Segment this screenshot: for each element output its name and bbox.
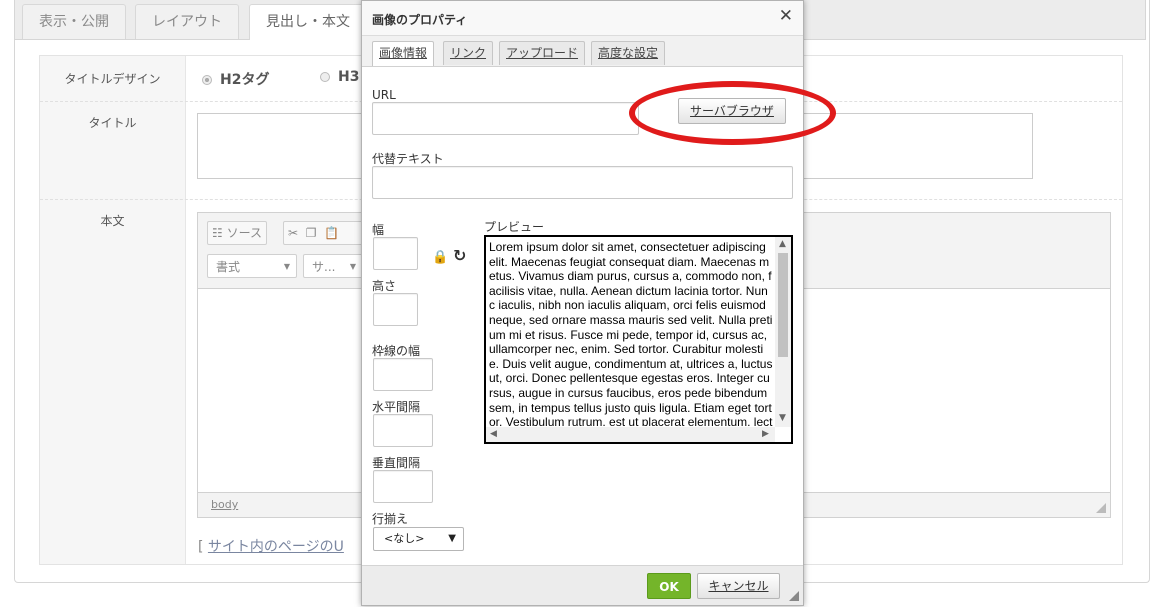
dialog-title: 画像のプロパティ xyxy=(372,13,468,27)
ok-button[interactable]: OK xyxy=(647,573,691,599)
highlight-annotation xyxy=(629,81,836,145)
chevron-down-icon: ▼ xyxy=(448,533,456,544)
link-bracket: [ xyxy=(198,539,204,555)
dialog-resize-handle[interactable] xyxy=(789,591,799,601)
size-combo-label: サ... xyxy=(312,260,336,274)
align-label: 行揃え xyxy=(372,512,409,526)
cut-icon[interactable]: ✂ xyxy=(288,226,298,240)
preview-box[interactable]: Lorem ipsum dolor sit amet, consectetuer… xyxy=(484,235,793,444)
dialog-titlebar[interactable]: 画像のプロパティ ✕ xyxy=(362,1,803,36)
cancel-button[interactable]: キャンセル xyxy=(697,573,780,599)
format-combo-label: 書式 xyxy=(216,260,241,274)
source-icon: ☷ xyxy=(212,226,223,240)
source-button[interactable]: ☷ ソース xyxy=(207,221,267,245)
dialog-tabbar: 画像情報 リンク アップロード 高度な設定 xyxy=(362,36,803,67)
border-width-input[interactable] xyxy=(373,358,433,391)
height-input[interactable] xyxy=(373,293,418,326)
tab-layout[interactable]: レイアウト xyxy=(135,4,239,39)
site-page-link-text[interactable]: サイト内のページのU xyxy=(208,539,344,555)
body-label: 本文 xyxy=(100,214,125,228)
chevron-down-icon: ▼ xyxy=(349,262,356,271)
resize-handle[interactable] xyxy=(1096,503,1106,513)
tab-image-info[interactable]: 画像情報 xyxy=(372,41,435,66)
radio-h2-label: H2タグ xyxy=(220,72,270,88)
size-combo[interactable]: サ... ▼ xyxy=(303,254,363,278)
paste-icon[interactable]: 📋 xyxy=(324,226,339,240)
hspace-label: 水平間隔 xyxy=(372,400,421,414)
preview-label: プレビュー xyxy=(484,220,545,234)
source-button-label: ソース xyxy=(226,226,262,240)
tab-link[interactable]: リンク xyxy=(443,41,494,65)
align-select[interactable]: <なし> ▼ xyxy=(373,527,464,551)
radio-h3[interactable]: H3 xyxy=(320,69,359,85)
url-input[interactable] xyxy=(372,102,639,135)
scroll-left-icon[interactable]: ◀ xyxy=(490,429,497,439)
url-label: URL xyxy=(372,88,396,102)
width-label: 幅 xyxy=(372,223,385,237)
align-select-value: <なし> xyxy=(384,532,425,545)
image-properties-dialog: 画像のプロパティ ✕ 画像情報 リンク アップロード 高度な設定 URL サーバ… xyxy=(361,0,836,606)
lock-icon[interactable]: 🔒 xyxy=(432,250,448,265)
close-icon[interactable]: ✕ xyxy=(779,6,793,26)
radio-button[interactable] xyxy=(320,72,330,82)
border-width-label: 枠線の幅 xyxy=(372,344,421,358)
title-design-label: タイトルデザイン xyxy=(64,72,161,86)
tab-upload[interactable]: アップロード xyxy=(499,41,586,65)
dialog-footer: OK キャンセル xyxy=(362,565,803,605)
width-input[interactable] xyxy=(373,237,418,270)
element-path[interactable]: body xyxy=(211,498,238,511)
radio-h3-label: H3 xyxy=(338,69,360,85)
tab-heading-body[interactable]: 見出し・本文 xyxy=(249,4,367,40)
scroll-up-icon[interactable]: ▲ xyxy=(779,239,786,249)
vspace-input[interactable] xyxy=(373,470,433,503)
scroll-right-icon[interactable]: ▶ xyxy=(762,429,769,439)
preview-vertical-scrollbar[interactable]: ▲ ▼ xyxy=(775,237,791,427)
preview-horizontal-scrollbar[interactable]: ◀ ▶ xyxy=(486,427,775,442)
form-label-column xyxy=(40,56,186,564)
tab-advanced[interactable]: 高度な設定 xyxy=(591,41,666,65)
tab-display-publish[interactable]: 表示・公開 xyxy=(22,4,126,39)
site-page-link[interactable]: [ サイト内のページのU xyxy=(198,536,344,556)
title-label: タイトル xyxy=(88,116,137,130)
format-combo[interactable]: 書式 ▼ xyxy=(207,254,297,278)
scroll-down-icon[interactable]: ▼ xyxy=(779,413,786,423)
alt-text-label: 代替テキスト xyxy=(372,152,444,166)
alt-text-input[interactable] xyxy=(372,166,793,199)
scrollbar-thumb[interactable] xyxy=(778,253,788,357)
radio-button-selected[interactable] xyxy=(202,75,212,85)
radio-h2[interactable]: H2タグ xyxy=(202,69,269,89)
reset-size-icon[interactable]: ↻ xyxy=(453,246,466,265)
height-label: 高さ xyxy=(372,279,397,293)
copy-icon[interactable]: ❐ xyxy=(306,226,317,240)
hspace-input[interactable] xyxy=(373,414,433,447)
chevron-down-icon: ▼ xyxy=(283,262,290,271)
clipboard-button-group[interactable]: ✂ ❐ 📋 xyxy=(283,221,363,245)
preview-text: Lorem ipsum dolor sit amet, consectetuer… xyxy=(489,240,773,426)
vspace-label: 垂直間隔 xyxy=(372,456,421,470)
